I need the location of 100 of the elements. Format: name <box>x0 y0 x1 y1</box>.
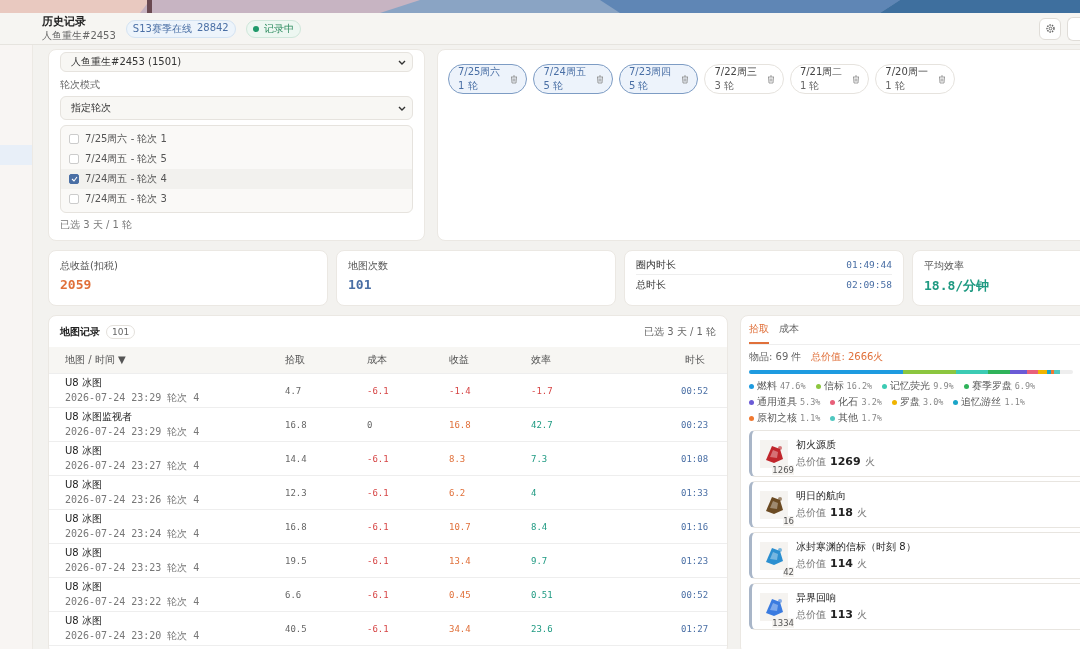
item-name: 明日的航向 <box>796 489 847 503</box>
tab[interactable]: 成本 <box>779 322 799 344</box>
round-label[interactable]: 7/24周五 - 轮次 3 <box>85 192 167 206</box>
chevron-icon <box>398 59 406 65</box>
value-unit: 火 <box>864 455 875 469</box>
timestamp: 2026-07-24 23:23 轮次 4 <box>65 561 201 575</box>
character-select[interactable]: 人鱼重生#2453 (1501) <box>60 52 413 72</box>
table-cell-text: 6.6 <box>285 589 303 600</box>
column-header[interactable]: 效率 <box>531 353 681 367</box>
item-count: 16 <box>783 515 794 526</box>
stat-value: 101 <box>348 277 373 292</box>
table-cell-text: 6.2 <box>449 487 467 498</box>
legend-share: 6.9% <box>1014 381 1036 391</box>
round-mode-select[interactable]: 指定轮次 <box>60 96 413 120</box>
legend-share: 1.7% <box>861 413 882 423</box>
table-cell: 01:27 <box>681 623 709 634</box>
column-header[interactable]: 收益 <box>449 353 531 367</box>
table-cell-text: 0.45 <box>449 589 472 600</box>
table-cell-text: 16.8 <box>449 419 472 430</box>
trash-icon[interactable] <box>937 74 946 84</box>
total-value: 总价值: 2666火 <box>811 350 884 364</box>
table-cell-text: 10.7 <box>449 521 472 532</box>
table-cell: 00:52 <box>681 385 709 396</box>
timestamp: 2026-07-24 23:27 轮次 4 <box>65 459 201 473</box>
selection-summary: 已选 3 天 / 1 轮 <box>644 324 716 339</box>
legend-share: 1.1% <box>800 413 821 423</box>
day-chip[interactable]: 7/21周二 1 轮 <box>789 64 870 94</box>
item-count: 1334 <box>772 617 794 628</box>
legend-share: 16.2% <box>846 381 873 391</box>
stat-label: 总收益(扣税) <box>60 259 119 273</box>
legend-label: 通用道具 <box>757 395 797 409</box>
legend-label: 原初之核 <box>757 411 797 425</box>
map-name: U8 冰图 <box>65 546 103 560</box>
trash-icon[interactable] <box>595 74 604 84</box>
settings-icon <box>1044 23 1056 34</box>
trash-icon[interactable] <box>510 74 519 84</box>
trash-icon[interactable] <box>852 74 861 84</box>
item-name: 异界回响 <box>796 591 837 605</box>
day-chip[interactable]: 7/23周四 5 轮 <box>618 64 699 94</box>
legend-share: 47.6% <box>780 381 806 391</box>
table-cell: 01:16 <box>681 521 709 532</box>
map-name: U8 冰图 <box>65 614 103 628</box>
legend-label: 信标 <box>823 379 844 393</box>
table-cell-text: -6.1 <box>367 487 390 498</box>
map-name: U8 冰图 <box>65 512 103 526</box>
table-cell-text: 4.7 <box>285 385 303 396</box>
table-cell-text: 8.4 <box>531 521 549 532</box>
day-chip[interactable]: 7/22周三 3 轮 <box>704 64 784 94</box>
item-card[interactable]: 42 冰封寒渊的信标（时刻 8） 总价值 114 火 <box>749 532 1080 579</box>
table-cell-text: 23.6 <box>531 623 554 634</box>
legend-share: 5.3% <box>800 397 821 407</box>
legend-label: 追忆游丝 <box>961 395 1002 409</box>
settings-button[interactable] <box>1039 17 1061 40</box>
table-cell: 00:23 <box>681 419 709 430</box>
table-cell-text: 4 <box>531 487 538 498</box>
column-header[interactable]: 地图 / 时间 ▼ <box>65 353 285 367</box>
stat-value: 01:49:44 <box>846 259 892 270</box>
value-unit: 火 <box>856 506 867 520</box>
legend-label: 燃料 <box>757 379 777 393</box>
item-card[interactable]: 16 明日的航向 总价值 118 火 <box>749 481 1080 528</box>
timestamp: 2026-07-24 23:24 轮次 4 <box>65 527 201 541</box>
page-title: 历史记录 <box>42 14 87 29</box>
column-header[interactable]: 成本 <box>367 353 449 367</box>
table-cell: 01:08 <box>681 453 709 464</box>
legend-share: 9.9% <box>933 381 954 391</box>
table-cell-text: 12.3 <box>285 487 308 498</box>
trash-icon[interactable] <box>681 74 690 84</box>
table-cell-text: 42.7 <box>531 419 554 430</box>
day-chip[interactable]: 7/25周六 1 轮 <box>448 64 528 94</box>
table-cell: 01:33 <box>681 487 709 498</box>
day-chip[interactable]: 7/20周一 1 轮 <box>875 64 955 94</box>
item-card[interactable]: 1269 初火源质 总价值 1269 火 <box>749 430 1080 477</box>
table-cell-text: -1.7 <box>531 385 554 396</box>
table-cell-text: 0.51 <box>531 589 554 600</box>
toolbar-button[interactable] <box>1067 16 1080 41</box>
value-label: 总价值 <box>796 557 826 571</box>
round-label[interactable]: 7/24周五 - 轮次 5 <box>85 152 167 166</box>
table-cell: 00:52 <box>681 589 709 600</box>
table-cell-text: 19.5 <box>285 555 308 566</box>
timestamp: 2026-07-24 23:22 轮次 4 <box>65 595 201 609</box>
round-label[interactable]: 7/25周六 - 轮次 1 <box>85 132 167 146</box>
timestamp: 2026-07-24 23:29 轮次 4 <box>65 425 201 439</box>
round-label[interactable]: 7/24周五 - 轮次 4 <box>85 172 167 186</box>
table-cell-text: 14.4 <box>285 453 308 464</box>
trash-icon[interactable] <box>766 74 775 84</box>
item-card[interactable]: 1334 异界回响 总价值 113 火 <box>749 583 1080 630</box>
stat-value: 02:09:58 <box>846 279 892 290</box>
table-cell-text: 8.3 <box>449 453 467 464</box>
table-cell-text: -1.4 <box>449 385 472 396</box>
item-value: 118 <box>830 506 853 519</box>
checkbox[interactable] <box>69 174 79 184</box>
legend-share: 3.0% <box>922 397 944 407</box>
item-name: 冰封寒渊的信标（时刻 8） <box>796 540 916 554</box>
day-chip[interactable]: 7/24周五 5 轮 <box>533 64 613 94</box>
column-header[interactable]: 拾取 <box>285 353 367 367</box>
season-badge: S13赛季在线 28842 <box>125 19 236 38</box>
column-header[interactable]: 时长 <box>681 353 705 367</box>
legend-label: 罗盘 <box>899 395 920 409</box>
value-label: 总价值 <box>796 455 826 469</box>
selection-summary: 已选 3 天 / 1 轮 <box>60 218 133 232</box>
